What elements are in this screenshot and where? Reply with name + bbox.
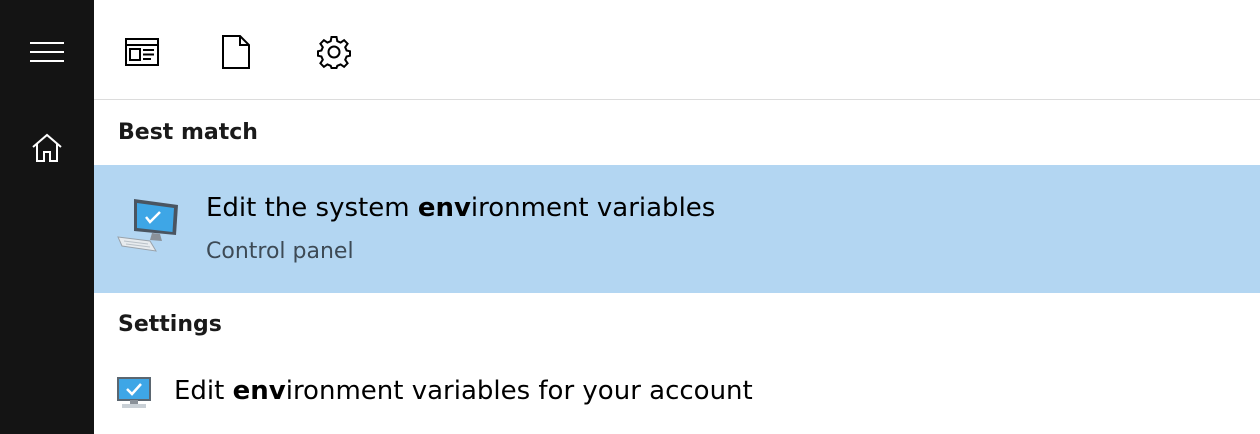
document-icon [222, 35, 250, 69]
apps-filter-button[interactable] [118, 26, 166, 78]
settings-result-title: Edit environment variables for your acco… [174, 376, 753, 406]
settings-filter-button[interactable] [310, 26, 358, 78]
settings-section-header: Settings [118, 312, 222, 337]
best-match-header: Best match [118, 120, 258, 145]
menu-button[interactable] [0, 22, 94, 82]
monitor-check-icon [117, 377, 151, 408]
search-results-panel: Best match Edit the system environment v… [94, 0, 1260, 434]
gear-icon [317, 36, 351, 69]
home-button[interactable] [0, 118, 94, 178]
documents-filter-button[interactable] [212, 26, 260, 78]
apps-icon [125, 38, 159, 66]
best-match-title: Edit the system environment variables [206, 193, 716, 223]
hamburger-menu-icon [30, 42, 64, 62]
home-icon [32, 133, 62, 162]
system-properties-computer-icon [117, 199, 178, 252]
left-rail [0, 0, 94, 434]
best-match-result[interactable]: Edit the system environment variables Co… [94, 165, 1260, 293]
settings-result[interactable]: Edit environment variables for your acco… [94, 366, 1260, 426]
best-match-subtitle: Control panel [206, 239, 354, 264]
filter-toolbar [94, 0, 1260, 100]
